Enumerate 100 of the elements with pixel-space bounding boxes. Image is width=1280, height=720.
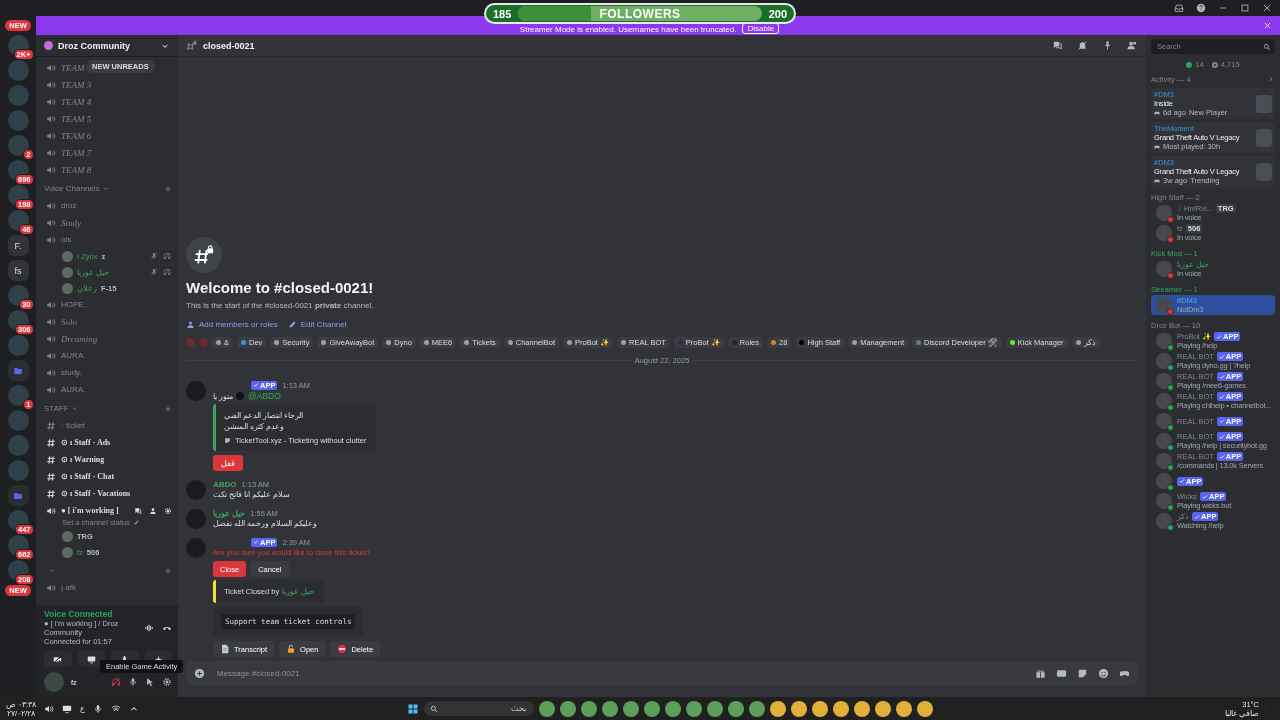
avatar bbox=[1156, 261, 1172, 277]
browser-icon[interactable] bbox=[917, 700, 933, 717]
close-icon[interactable] bbox=[1262, 3, 1272, 13]
server-icon[interactable] bbox=[7, 285, 29, 306]
inbox-icon[interactable] bbox=[1174, 3, 1184, 13]
channel-item[interactable]: ⊙ ı Staff · Ads bbox=[42, 434, 172, 451]
channel-item[interactable]: TEAM 7 bbox=[42, 144, 172, 161]
help-icon[interactable] bbox=[1196, 3, 1206, 13]
app-icon[interactable] bbox=[623, 700, 639, 717]
add-person-icon[interactable] bbox=[149, 506, 157, 515]
channel-item[interactable]: | afk bbox=[42, 579, 172, 596]
server-icon[interactable] bbox=[7, 210, 29, 231]
app-icon[interactable] bbox=[602, 700, 618, 717]
emoji-icon[interactable] bbox=[1098, 667, 1109, 679]
channel-item[interactable]: ⊙ ı Warning bbox=[42, 451, 172, 468]
channel-item[interactable]: TEAM 6 bbox=[42, 127, 172, 144]
avatar bbox=[62, 250, 73, 262]
cursor-icon bbox=[145, 677, 155, 687]
deafened-icon[interactable] bbox=[111, 677, 121, 687]
microphone-icon[interactable] bbox=[93, 703, 104, 714]
voice-activity-icon[interactable] bbox=[144, 622, 154, 633]
browser-icon[interactable] bbox=[875, 700, 891, 717]
check-icon bbox=[1194, 513, 1200, 520]
gif-icon[interactable] bbox=[1056, 667, 1067, 679]
add-icon[interactable] bbox=[164, 566, 172, 575]
chat-icon[interactable] bbox=[134, 506, 142, 515]
channel-item[interactable]: droz bbox=[42, 197, 172, 214]
document-icon bbox=[220, 644, 230, 654]
browser-icon[interactable] bbox=[791, 700, 807, 717]
composer-bar[interactable]: Message #closed-0021 bbox=[186, 661, 1138, 685]
channel-item[interactable]: AURA. bbox=[42, 347, 172, 364]
server-folder[interactable] bbox=[7, 485, 29, 506]
server-icon[interactable]: fs bbox=[7, 260, 29, 281]
settings-icon[interactable] bbox=[164, 506, 172, 515]
app-icon[interactable] bbox=[728, 700, 744, 717]
start-icon[interactable] bbox=[407, 702, 419, 715]
threads-icon[interactable] bbox=[1052, 40, 1063, 51]
channel-item[interactable]: ols bbox=[42, 231, 172, 248]
maximize-icon[interactable] bbox=[1240, 3, 1250, 13]
channel-item[interactable]: Dreaming bbox=[42, 330, 172, 347]
channel-item[interactable]: TEAM 3 bbox=[42, 76, 172, 93]
followers-start: 185 bbox=[492, 7, 513, 20]
speaker-icon bbox=[46, 384, 56, 395]
browser-icon[interactable] bbox=[854, 700, 870, 717]
channel-item[interactable]: Study bbox=[42, 214, 172, 231]
user-mention[interactable]: @ABDO bbox=[247, 391, 282, 401]
app-icon[interactable] bbox=[665, 700, 681, 717]
microphone-icon[interactable] bbox=[128, 677, 138, 687]
channel-item[interactable]: Solo bbox=[42, 313, 172, 330]
app-icon[interactable] bbox=[539, 700, 555, 717]
browser-icon[interactable] bbox=[833, 700, 849, 717]
sticker-icon[interactable] bbox=[1077, 667, 1088, 679]
channel-item[interactable]: ⊙ ı Staff · Vacations bbox=[42, 485, 172, 502]
wifi-icon[interactable] bbox=[111, 703, 122, 714]
channel-item[interactable]: study. bbox=[42, 364, 172, 381]
screen-share-button[interactable] bbox=[77, 651, 105, 667]
author-name[interactable]: حيل عوربا bbox=[213, 508, 246, 518]
volume-icon[interactable] bbox=[44, 703, 55, 714]
app-icon[interactable] bbox=[581, 700, 597, 717]
server-header[interactable]: Droz Community bbox=[36, 35, 178, 57]
add-icon[interactable] bbox=[164, 404, 172, 413]
network-icon[interactable] bbox=[62, 703, 73, 714]
app-icon[interactable] bbox=[560, 700, 576, 717]
channel-item[interactable]: · ticket bbox=[42, 417, 172, 434]
category-header[interactable]: STAFF bbox=[44, 404, 69, 413]
mute-icon[interactable] bbox=[1077, 40, 1088, 51]
channel-item[interactable]: AURA. bbox=[42, 381, 172, 398]
add-attachment-icon[interactable] bbox=[194, 667, 205, 679]
channel-name: ⊙ ı Warning bbox=[61, 455, 105, 464]
gift-icon[interactable] bbox=[1035, 667, 1046, 679]
channel-item[interactable]: ● [ i'm working ] bbox=[42, 502, 172, 519]
pin-icon[interactable] bbox=[1102, 40, 1113, 51]
category-header[interactable]: . bbox=[44, 566, 47, 575]
channel-item[interactable]: ⊙ ı Staff · Chat bbox=[42, 468, 172, 485]
hash-lock-icon bbox=[194, 245, 214, 265]
language-indicator[interactable]: ع bbox=[80, 704, 86, 713]
app-icon[interactable] bbox=[707, 700, 723, 717]
settings-icon[interactable] bbox=[162, 677, 172, 687]
add-icon[interactable] bbox=[164, 184, 172, 193]
server-icon[interactable]: F. bbox=[7, 235, 29, 256]
server-folder[interactable] bbox=[7, 360, 29, 381]
banner-message: Streamer Mode is enabled. Usernames have been truncated. bbox=[519, 25, 737, 34]
speaker-icon bbox=[46, 147, 56, 158]
camera-off-button[interactable] bbox=[44, 651, 72, 667]
app-icon[interactable] bbox=[749, 700, 765, 717]
browser-icon[interactable] bbox=[770, 700, 786, 717]
channel-item[interactable]: TEAM 5 bbox=[42, 110, 172, 127]
browser-icon[interactable] bbox=[896, 700, 912, 717]
category-header[interactable]: Voice Channels bbox=[44, 184, 100, 193]
app-icon[interactable] bbox=[644, 700, 660, 717]
message-input[interactable]: Message #closed-0021 bbox=[215, 667, 1025, 679]
author-name[interactable]: ABDO bbox=[213, 479, 237, 489]
channel-item[interactable]: TEAM 4 bbox=[42, 93, 172, 110]
browser-icon[interactable] bbox=[812, 700, 828, 717]
channel-action-link[interactable]: Add members or roles bbox=[186, 320, 278, 329]
channel-action-link[interactable]: Edit Channel bbox=[287, 320, 347, 329]
members-icon[interactable] bbox=[1127, 40, 1138, 51]
app-icon[interactable] bbox=[686, 700, 702, 717]
channel-item[interactable]: HOPE. bbox=[42, 296, 172, 313]
channel-item[interactable]: TEAM 8 bbox=[42, 161, 172, 178]
